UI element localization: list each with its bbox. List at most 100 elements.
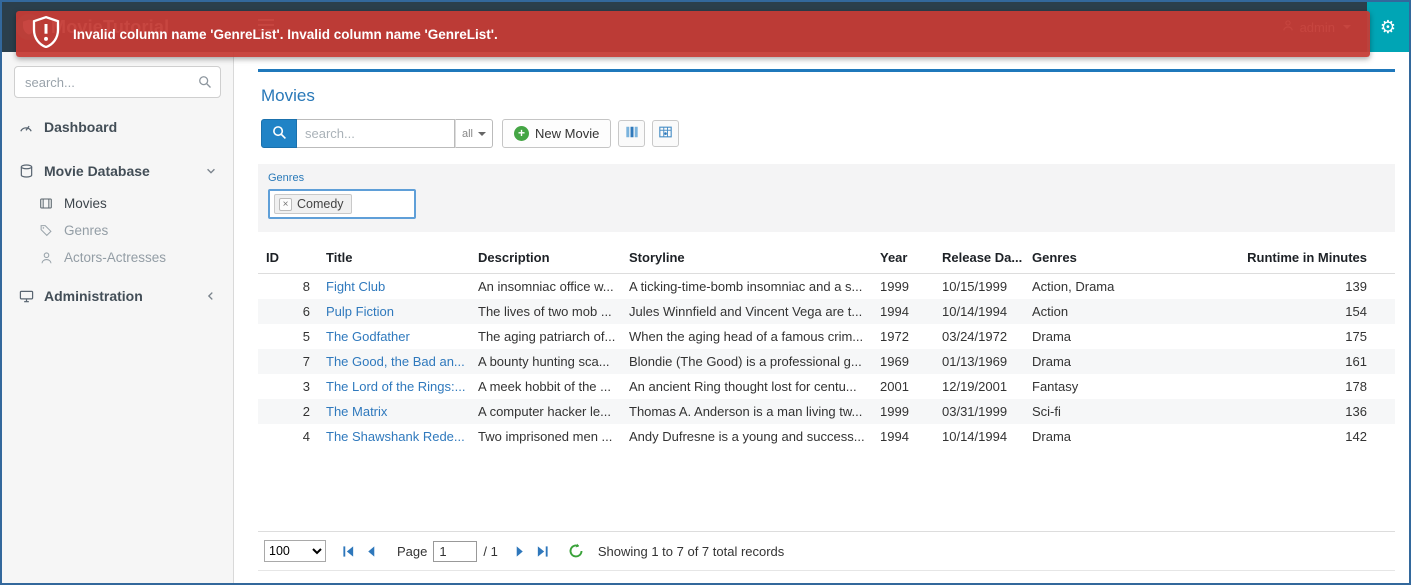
- sidebar: Dashboard Movie Database: [2, 52, 234, 583]
- cell-description: Two imprisoned men ...: [478, 429, 613, 444]
- page-label: Page: [397, 543, 428, 559]
- table-row[interactable]: 3 The Lord of the Rings:... A meek hobbit …: [258, 374, 1395, 399]
- page-title: Movies: [261, 86, 315, 105]
- last-page-button[interactable]: [536, 545, 549, 558]
- cell-title: The Lord of the Rings:...: [318, 374, 470, 399]
- movie-title-link[interactable]: Fight Club: [326, 279, 385, 294]
- movie-title-link[interactable]: The Good, the Bad an...: [326, 354, 465, 369]
- sidebar-item-label: Actors-Actresses: [64, 250, 167, 265]
- search-icon: [198, 75, 212, 94]
- sidebar-item-administration[interactable]: Administration: [2, 277, 233, 315]
- sidebar-search: [14, 66, 221, 98]
- sidebar-item-label: Movies: [64, 196, 107, 211]
- search-icon: [272, 125, 287, 143]
- cell-genres: Action, Drama: [1032, 279, 1115, 294]
- sidebar-item-label: Genres: [64, 223, 109, 238]
- movie-title-link[interactable]: The Matrix: [326, 404, 387, 419]
- sidebar-search-input[interactable]: [14, 66, 221, 98]
- table-row[interactable]: 4 The Shawshank Rede... Two imprisoned men…: [258, 424, 1395, 449]
- cell-description: A bounty hunting sca...: [478, 354, 610, 369]
- refresh-button[interactable]: [568, 543, 584, 559]
- sidebar-item-actors-actresses[interactable]: Actors-Actresses: [2, 244, 233, 271]
- chevron-down-icon: [205, 165, 217, 177]
- cell-year: 1994: [880, 429, 909, 444]
- col-header-id[interactable]: ID: [258, 244, 318, 274]
- col-header-title[interactable]: Title: [318, 244, 470, 274]
- quick-search-input[interactable]: [297, 119, 455, 148]
- movie-title-link[interactable]: The Lord of the Rings:...: [326, 379, 465, 394]
- cell-id: 7: [302, 354, 310, 369]
- prev-page-button[interactable]: [365, 545, 378, 558]
- cogs-icon: ⚙: [1379, 16, 1397, 37]
- page-total: / 1: [483, 543, 498, 559]
- cell-genres: Sci-fi: [1032, 404, 1061, 419]
- table-row[interactable]: 8 Fight Club An insomniac office w... A tic…: [258, 274, 1395, 300]
- filter-tag: × Comedy: [274, 194, 352, 214]
- cell-genres: Action: [1032, 304, 1069, 319]
- cell-description: A meek hobbit of the ...: [478, 379, 611, 394]
- page-number-input[interactable]: [433, 540, 478, 562]
- sidebar-item-genres[interactable]: Genres: [2, 217, 233, 244]
- col-header-release-date[interactable]: Release Da...: [934, 244, 1024, 274]
- cell-title: Pulp Fiction: [318, 299, 470, 324]
- movies-panel: Movies all: [258, 69, 1395, 571]
- table-row[interactable]: 7 The Good, the Bad an... A bounty hunting…: [258, 349, 1395, 374]
- sidebar-item-label: Administration: [44, 288, 143, 304]
- movie-title-link[interactable]: Pulp Fiction: [326, 304, 394, 319]
- cell-storyline: Andy Dufresne is a young and success...: [629, 429, 865, 444]
- sidebar-item-dashboard[interactable]: Dashboard: [2, 108, 233, 146]
- cell-release_date: 03/31/1999: [942, 404, 1008, 419]
- next-page-button[interactable]: [513, 545, 526, 558]
- movie-title-link[interactable]: The Shawshank Rede...: [326, 429, 465, 444]
- col-header-storyline[interactable]: Storyline: [621, 244, 872, 274]
- cell-storyline: Thomas A. Anderson is a man living tw...: [629, 404, 863, 419]
- cell-storyline: Blondie (The Good) is a professional g..…: [629, 354, 862, 369]
- cell-year: 1994: [880, 304, 909, 319]
- cell-storyline: An ancient Ring thought lost for centu..…: [629, 379, 857, 394]
- genres-filter-label[interactable]: Genres: [268, 172, 1385, 184]
- first-page-button[interactable]: [342, 545, 355, 558]
- tag-icon: [38, 224, 54, 237]
- col-header-year[interactable]: Year: [872, 244, 934, 274]
- genres-filter-input[interactable]: × Comedy: [268, 189, 416, 219]
- col-header-description[interactable]: Description: [470, 244, 621, 274]
- new-movie-button[interactable]: + New Movie: [502, 119, 612, 148]
- caret-down-icon: [478, 131, 487, 136]
- sidebar-nav: Dashboard Movie Database Movies Genres A…: [2, 108, 233, 315]
- settings-button[interactable]: ⚙: [1367, 2, 1409, 52]
- error-alert[interactable]: Invalid column name 'GenreList'. Invalid…: [16, 11, 1370, 57]
- column-picker-button[interactable]: [618, 120, 646, 147]
- cell-title: Fight Club: [318, 274, 470, 300]
- shield-warning-icon: [32, 15, 60, 53]
- cell-runtime: 175: [1345, 329, 1367, 344]
- table-row[interactable]: 2 The Matrix A computer hacker le... Thomas…: [258, 399, 1395, 424]
- cell-description: The aging patriarch of...: [478, 329, 616, 344]
- export-button[interactable]: [652, 120, 680, 147]
- sidebar-item-movies[interactable]: Movies: [2, 190, 233, 217]
- table-export-icon: [658, 125, 673, 142]
- cell-runtime: 178: [1345, 379, 1367, 394]
- error-message: Invalid column name 'GenreList'. Invalid…: [73, 26, 498, 42]
- cell-storyline: Jules Winnfield and Vincent Vega are t..…: [629, 304, 863, 319]
- remove-tag-icon[interactable]: ×: [279, 197, 292, 211]
- new-movie-label: New Movie: [535, 126, 600, 141]
- search-field-dropdown[interactable]: all: [455, 119, 494, 148]
- col-header-runtime[interactable]: Runtime in Minutes: [1220, 244, 1395, 274]
- cell-year: 1999: [880, 279, 909, 294]
- table-row[interactable]: 5 The Godfather The aging patriarch of... W…: [258, 324, 1395, 349]
- movie-title-link[interactable]: The Godfather: [326, 329, 410, 344]
- movies-icon: [38, 197, 54, 210]
- cell-description: The lives of two mob ...: [478, 304, 612, 319]
- table-header-row: ID Title Description Storyline Year Rele…: [258, 244, 1395, 274]
- cell-id: 2: [302, 404, 310, 419]
- page-size-select[interactable]: 100: [264, 540, 326, 562]
- table-row[interactable]: 6 Pulp Fiction The lives of two mob ... Jul…: [258, 299, 1395, 324]
- main-content: Movies all: [234, 52, 1409, 583]
- cell-release_date: 10/14/1994: [942, 429, 1008, 444]
- sidebar-item-movie-database[interactable]: Movie Database: [2, 152, 233, 190]
- col-header-genres[interactable]: Genres: [1024, 244, 1220, 274]
- app-window: MovieTutorial admin ⚙ Invalid column nam…: [0, 0, 1411, 585]
- sidebar-item-label: Movie Database: [44, 163, 150, 179]
- grid-toolbar: all + New Movie: [261, 119, 1395, 148]
- quick-search-button[interactable]: [261, 119, 297, 148]
